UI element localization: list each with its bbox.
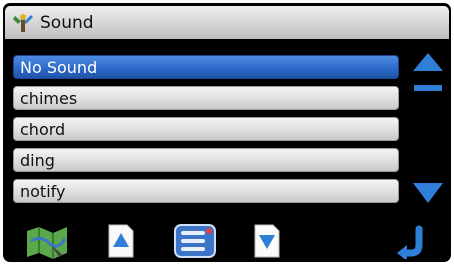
list-item-ding[interactable]: ding xyxy=(13,148,399,172)
page-up-icon[interactable] xyxy=(107,223,135,259)
page-title: Sound xyxy=(40,13,94,33)
sound-settings-window: Sound No Sound chimes chord ding notify xyxy=(3,3,451,262)
list-item-label: chimes xyxy=(20,89,78,108)
list-item-no-sound[interactable]: No Sound xyxy=(13,55,399,79)
back-arrow-icon[interactable] xyxy=(395,223,429,259)
list-item-label: No Sound xyxy=(20,58,98,77)
list-item-label: ding xyxy=(20,151,55,170)
sound-list: No Sound chimes chord ding notify xyxy=(13,55,399,210)
page-down-icon[interactable] xyxy=(253,223,281,259)
title-bar: Sound xyxy=(5,6,449,39)
bottom-toolbar xyxy=(3,219,451,262)
list-item-label: notify xyxy=(20,182,66,201)
scroll-up-icon[interactable] xyxy=(411,51,445,97)
list-item-label: chord xyxy=(20,120,66,139)
map-icon[interactable] xyxy=(23,221,71,261)
menu-list-icon[interactable] xyxy=(173,223,217,259)
list-item-chimes[interactable]: chimes xyxy=(13,86,399,110)
list-item-notify[interactable]: notify xyxy=(13,179,399,203)
list-item-chord[interactable]: chord xyxy=(13,117,399,141)
tools-icon xyxy=(13,14,33,32)
scroll-down-icon[interactable] xyxy=(411,179,445,209)
